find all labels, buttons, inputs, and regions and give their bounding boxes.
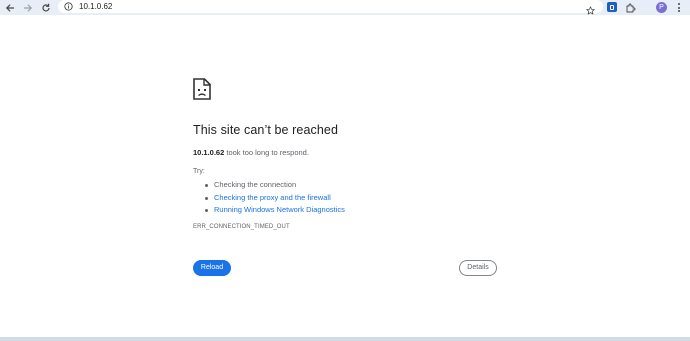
error-summary: 10.1.0.62 took too long to respond. <box>193 148 309 157</box>
address-bar[interactable]: 10.1.0.62 <box>58 0 603 15</box>
address-bar-url[interactable]: 10.1.0.62 <box>79 0 112 13</box>
try-label: Try: <box>193 168 205 175</box>
error-summary-text: took too long to respond. <box>224 148 309 157</box>
error-title: This site can’t be reached <box>193 123 339 137</box>
arrow-right-icon <box>23 3 33 12</box>
reload-page-button[interactable] <box>38 0 54 15</box>
suggestion-network-diagnostics-link[interactable]: Running Windows Network Diagnostics <box>205 204 345 217</box>
password-manager-icon[interactable] <box>607 2 617 12</box>
suggestion-check-connection: Checking the connection <box>205 179 345 192</box>
back-button[interactable] <box>2 0 18 15</box>
error-host: 10.1.0.62 <box>193 148 225 157</box>
info-circle-icon[interactable] <box>64 2 73 11</box>
reload-button[interactable]: Reload <box>193 260 231 276</box>
reload-icon <box>42 3 50 11</box>
puzzle-icon[interactable] <box>625 1 636 19</box>
profile-avatar[interactable]: P <box>656 2 667 13</box>
details-button[interactable]: Details <box>459 260 497 276</box>
suggestion-check-proxy-firewall-link[interactable]: Checking the proxy and the firewall <box>205 192 345 205</box>
suggestions-list: Checking the connection Checking the pro… <box>205 179 345 217</box>
arrow-left-icon <box>5 3 15 12</box>
error-code: ERR_CONNECTION_TIMED_OUT <box>193 224 290 230</box>
kebab-menu-icon[interactable] <box>676 2 682 13</box>
forward-button[interactable] <box>20 0 36 15</box>
window-bottom-edge <box>0 337 690 341</box>
sad-page-icon <box>193 78 211 100</box>
star-icon[interactable] <box>586 2 595 20</box>
browser-toolbar: 10.1.0.62 P <box>0 0 690 15</box>
